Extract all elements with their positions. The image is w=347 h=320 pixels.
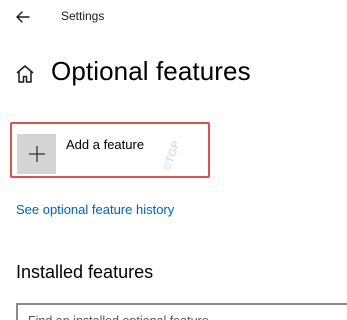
add-feature-button[interactable]: Add a feature: [17, 134, 207, 174]
add-feature-label: Add a feature: [66, 137, 145, 152]
back-button[interactable]: [12, 6, 34, 28]
plus-tile: [17, 134, 56, 174]
settings-page: Settings Optional features Add a feature…: [0, 0, 347, 320]
installed-features-search-input[interactable]: [16, 303, 347, 320]
home-icon: [16, 65, 34, 83]
feature-history-link[interactable]: See optional feature history: [16, 202, 174, 217]
window-title: Settings: [61, 9, 105, 23]
arrow-left-icon: [16, 11, 30, 23]
page-title: Optional features: [51, 56, 251, 86]
installed-features-heading: Installed features: [16, 262, 154, 282]
plus-icon: [28, 146, 45, 162]
